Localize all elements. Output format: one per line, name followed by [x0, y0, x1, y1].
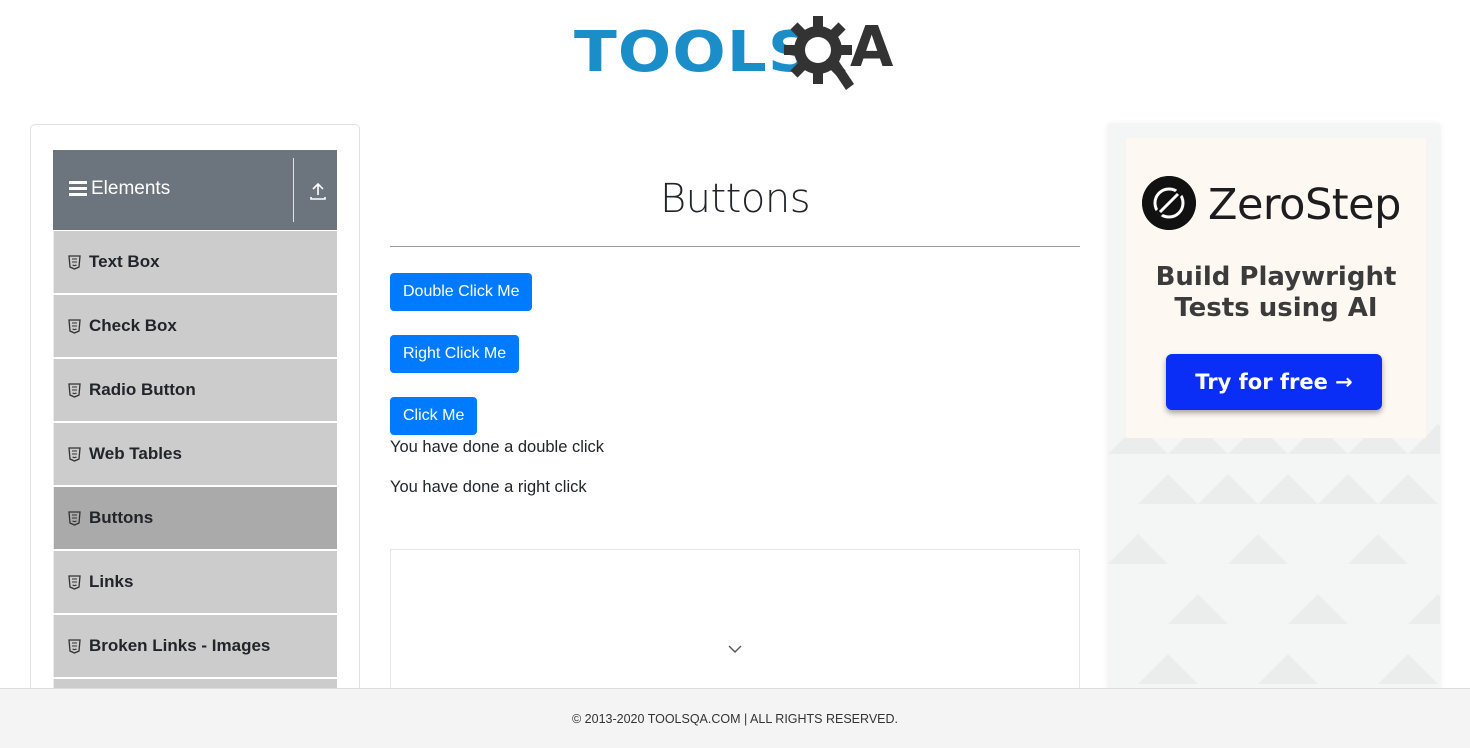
- group-title: Elements: [91, 178, 171, 199]
- elements-group-header[interactable]: Elements: [53, 150, 337, 230]
- logo-a-text: A: [850, 15, 894, 80]
- html5-icon: [68, 446, 81, 462]
- sidebar-item-radio-button[interactable]: Radio Button: [53, 359, 337, 421]
- sidebar-item-label: Radio Button: [89, 380, 196, 399]
- sidebar-item-web-tables[interactable]: Web Tables: [53, 423, 337, 485]
- toolsqa-logo[interactable]: TOOLS A: [574, 14, 900, 92]
- right-click-message: You have done a right click: [390, 478, 587, 496]
- sidebar-item-label: Check Box: [89, 316, 177, 335]
- elements-menu: Text Box Check Box Radio Button Web Tabl…: [53, 231, 337, 693]
- page-title: Buttons: [659, 176, 811, 222]
- double-click-button[interactable]: Double Click Me: [390, 273, 533, 311]
- html5-icon: [68, 318, 81, 334]
- gear-q-icon: [784, 16, 854, 90]
- ad-tagline-line1: Build Playwright: [1155, 262, 1397, 292]
- zerostep-ad-card[interactable]: ZeroStep Build Playwright Tests using AI…: [1126, 138, 1426, 438]
- sidebar-item-label: Buttons: [89, 508, 154, 527]
- logo-tools-text: TOOLS: [574, 20, 815, 85]
- sidebar-item-broken-links-images[interactable]: Broken Links - Images: [53, 615, 337, 677]
- sidebar-item-buttons[interactable]: Buttons: [53, 487, 337, 549]
- double-click-message: You have done a double click: [390, 438, 605, 456]
- sidebar-item-text-box[interactable]: Text Box: [53, 231, 337, 293]
- html5-icon: [68, 510, 81, 526]
- right-click-button[interactable]: Right Click Me: [390, 335, 520, 373]
- click-me-button[interactable]: Click Me: [390, 397, 478, 435]
- chevron-down-icon[interactable]: [728, 644, 742, 654]
- divider: [293, 158, 294, 222]
- zerostep-brand: ZeroStep: [1208, 180, 1401, 230]
- html5-icon: [68, 382, 81, 398]
- collapse-upload-icon[interactable]: [309, 180, 327, 202]
- ad-tagline-line2: Tests using AI: [1174, 293, 1378, 323]
- left-panel: Elements Text Box Check Box Radio Button…: [30, 124, 360, 744]
- html5-icon: [68, 638, 81, 654]
- html5-icon: [68, 254, 81, 270]
- menu-icon: [69, 181, 87, 196]
- sidebar-item-label: Text Box: [89, 252, 160, 271]
- ad-tagline: Build Playwright Tests using AI: [1126, 262, 1426, 324]
- sidebar-item-check-box[interactable]: Check Box: [53, 295, 337, 357]
- try-for-free-button[interactable]: Try for free →: [1166, 354, 1382, 410]
- sidebar-item-label: Links: [89, 572, 134, 591]
- sidebar-item-links[interactable]: Links: [53, 551, 337, 613]
- copyright-text: © 2013-2020 TOOLSQA.COM | ALL RIGHTS RES…: [571, 711, 898, 726]
- ad-frame: [390, 549, 1080, 699]
- title-divider: [390, 246, 1080, 247]
- zerostep-logo-icon: [1142, 176, 1196, 230]
- sidebar-item-label: Web Tables: [89, 444, 182, 463]
- right-advertisement[interactable]: ZeroStep Build Playwright Tests using AI…: [1108, 124, 1440, 690]
- html5-icon: [68, 574, 81, 590]
- sidebar-item-label: Broken Links - Images: [89, 636, 271, 655]
- site-footer: © 2013-2020 TOOLSQA.COM | ALL RIGHTS RES…: [0, 688, 1470, 748]
- site-header: TOOLS A: [0, 0, 1470, 110]
